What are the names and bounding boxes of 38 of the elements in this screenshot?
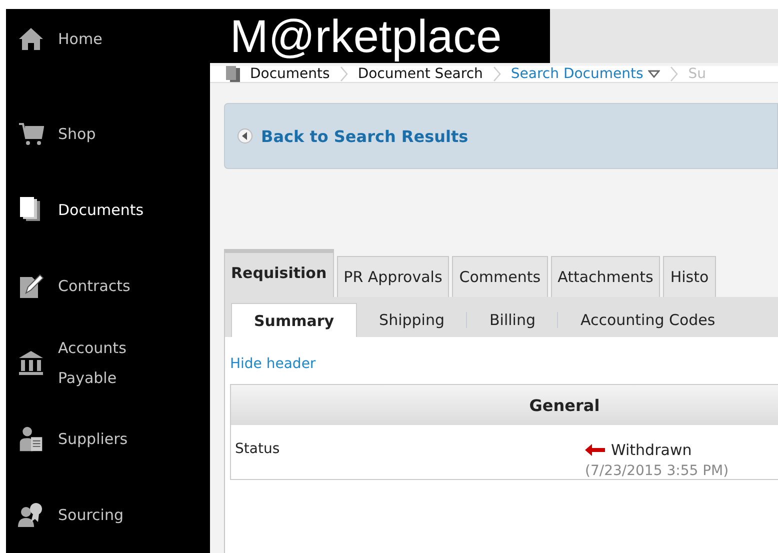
subtab[interactable]: Summary bbox=[231, 302, 358, 338]
sidebar-item[interactable]: Accounts Payable bbox=[6, 324, 210, 401]
bank-icon bbox=[18, 350, 44, 376]
chevron-icon bbox=[492, 66, 501, 82]
breadcrumb-link[interactable]: Documents bbox=[250, 66, 330, 82]
chevron-icon bbox=[340, 66, 348, 82]
caret-icon bbox=[648, 70, 660, 78]
sidebar-item[interactable]: Sourcing bbox=[6, 476, 210, 553]
cart-icon bbox=[18, 121, 44, 148]
tab[interactable]: Attachments bbox=[550, 256, 660, 297]
section-title: General bbox=[529, 396, 600, 414]
person-medal-icon bbox=[18, 502, 44, 528]
hide-header-link[interactable]: Hide header bbox=[230, 356, 316, 372]
person-clipboard-icon bbox=[18, 426, 44, 452]
status-date: (7/23/2015 3:55 PM) bbox=[585, 463, 729, 479]
document-pen-icon bbox=[18, 273, 44, 300]
sidebar-item[interactable]: Contracts bbox=[6, 248, 210, 325]
tab[interactable]: Requisition bbox=[224, 249, 334, 297]
sidebar-item[interactable]: Suppliers bbox=[6, 400, 210, 477]
tab[interactable]: Comments bbox=[452, 256, 548, 297]
chevron-icon bbox=[670, 66, 678, 82]
sidebar-item[interactable]: Home bbox=[6, 19, 210, 58]
subtab[interactable]: Accounting Codes bbox=[558, 303, 738, 337]
tab[interactable]: PR Approvals bbox=[336, 256, 450, 297]
sidebar-item[interactable]: Shop bbox=[6, 96, 210, 172]
left-arrow-icon bbox=[585, 444, 605, 456]
back-link[interactable]: Back to Search Results bbox=[237, 126, 468, 146]
breadcrumb-link[interactable]: Document Search bbox=[358, 66, 483, 82]
tab[interactable]: Histo bbox=[663, 256, 716, 297]
breadcrumb-link[interactable]: Search Documents bbox=[510, 66, 660, 82]
documents-icon bbox=[226, 66, 240, 82]
status-value: Withdrawn bbox=[611, 441, 692, 459]
subtab[interactable]: Billing bbox=[467, 303, 558, 337]
sidebar-item[interactable]: Documents bbox=[6, 172, 210, 248]
logo-text: M@rketplace bbox=[230, 9, 502, 63]
house-icon bbox=[18, 26, 44, 52]
field-label: Status bbox=[234, 441, 281, 459]
subtab[interactable]: Shipping bbox=[357, 303, 466, 337]
